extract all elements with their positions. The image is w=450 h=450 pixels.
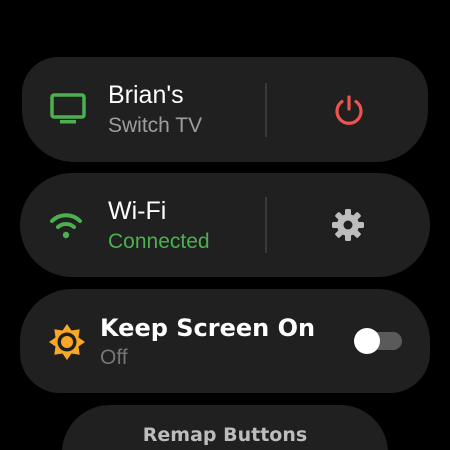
tv-chip[interactable]: Brian's Switch TV [22,57,428,162]
wifi-chip[interactable]: Wi-Fi Connected [20,173,430,277]
keep-screen-on-title: Keep Screen On [100,314,316,342]
tv-icon [50,93,86,130]
keep-screen-on-status: Off [100,346,128,369]
watch-screen: Brian's Switch TV Wi-Fi Connected Keep S… [0,0,450,450]
wifi-chip-divider [265,197,267,253]
remap-buttons-label: Remap Buttons [142,424,308,446]
gear-icon[interactable] [331,208,365,247]
wifi-chip-status: Connected [108,230,210,253]
remap-buttons-chip[interactable]: Remap Buttons [62,405,388,450]
keep-screen-on-toggle[interactable] [354,327,404,355]
wifi-chip-title: Wi-Fi [108,197,167,225]
brightness-icon [48,323,86,366]
toggle-thumb [354,328,380,354]
tv-chip-title: Brian's [108,81,184,109]
power-icon[interactable] [333,94,365,131]
tv-chip-subtitle: Switch TV [108,114,203,137]
wifi-icon [49,211,83,244]
keep-screen-on-chip[interactable]: Keep Screen On Off [20,289,430,393]
tv-chip-divider [265,83,267,137]
